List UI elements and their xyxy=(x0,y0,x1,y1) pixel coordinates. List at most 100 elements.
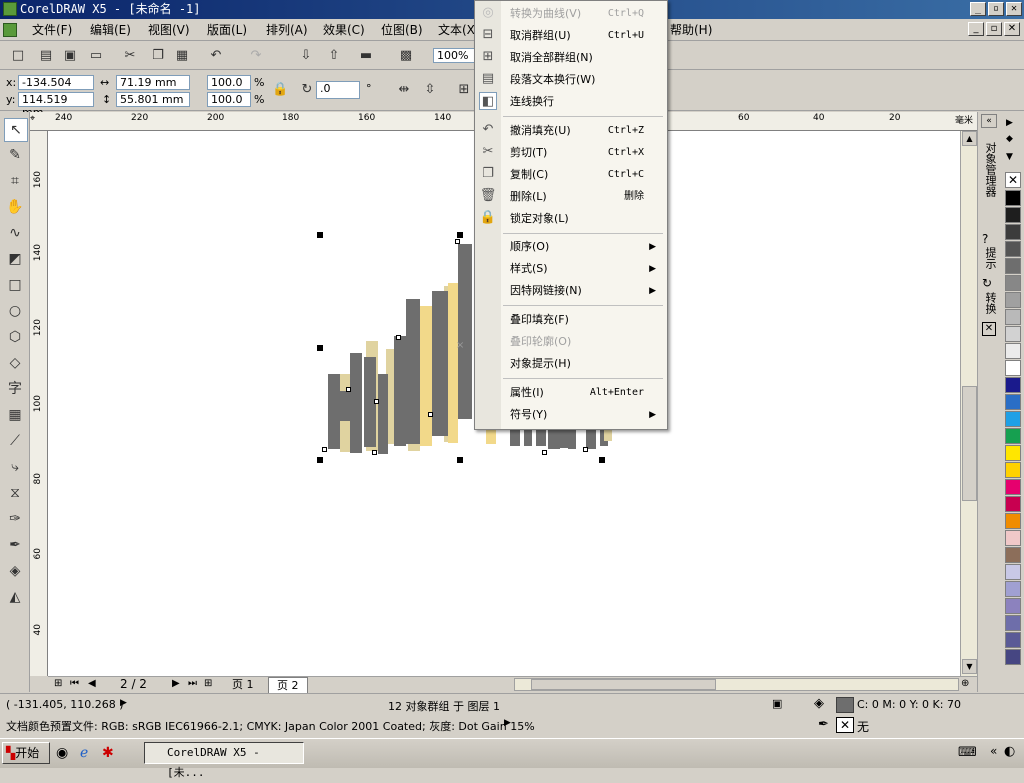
scale-y-field[interactable]: 100.0 xyxy=(207,92,251,107)
menu-overprint-fill[interactable]: 叠印填充(F) xyxy=(510,310,662,330)
add-page-after-icon[interactable]: ⊞ xyxy=(204,678,212,689)
color-swatch[interactable] xyxy=(1005,649,1021,665)
page-tab-2[interactable]: 页 2 xyxy=(268,677,308,694)
ruler-origin-icon[interactable]: ⌖ xyxy=(30,114,35,124)
menu-bitmaps[interactable]: 位图(B) xyxy=(379,19,425,41)
document-color-profile[interactable]: 文档颜色预置文件: RGB: sRGB IEC61966-2.1; CMYK: … xyxy=(6,718,535,734)
fill-tool-icon[interactable]: ◈ xyxy=(4,560,26,582)
selection-handle[interactable] xyxy=(599,457,605,463)
keyboard-icon[interactable]: ⌨ xyxy=(958,745,977,760)
status-arrow-icon[interactable]: ▶ xyxy=(120,698,127,708)
dimension-tool-icon[interactable]: ⟋ xyxy=(4,430,26,452)
scroll-down-icon[interactable]: ▼ xyxy=(962,659,977,674)
redo-icon[interactable]: ↷ xyxy=(248,48,264,64)
new-document-icon[interactable]: □ xyxy=(10,48,26,64)
lock-ratio-icon[interactable]: 🔒 xyxy=(272,82,288,98)
import-icon[interactable]: ⇩ xyxy=(298,48,314,64)
vertical-scrollbar[interactable]: ▲ ▼ xyxy=(960,131,977,676)
open-folder-icon[interactable]: ▤ xyxy=(38,48,54,64)
artwork-bar[interactable] xyxy=(448,283,458,443)
menu-styles[interactable]: 样式(S) ▶ xyxy=(510,259,662,279)
color-swatch[interactable] xyxy=(1005,309,1021,325)
rectangle-tool-icon[interactable]: □ xyxy=(4,274,26,296)
smart-fill-tool-icon[interactable]: ◩ xyxy=(4,248,26,270)
menu-edit[interactable]: 编辑(E) xyxy=(88,19,133,41)
next-page-icon[interactable]: ▶ xyxy=(172,678,180,689)
height-field[interactable]: 55.801 mm xyxy=(116,92,190,107)
mirror-vertical-icon[interactable]: ⇳ xyxy=(422,82,438,98)
selection-handle[interactable] xyxy=(317,345,323,351)
menu-file[interactable]: 文件(F) xyxy=(30,19,74,41)
color-swatch[interactable] xyxy=(1005,326,1021,342)
pick-tool-icon[interactable]: ↖ xyxy=(4,118,28,142)
show-tray-icon[interactable]: « xyxy=(990,744,997,758)
menu-lock-object[interactable]: 锁定对象(L) xyxy=(510,209,662,229)
minimize-icon[interactable]: _ xyxy=(970,2,986,16)
curve-node[interactable] xyxy=(322,447,327,452)
close-icon[interactable]: ✕ xyxy=(1006,2,1022,16)
menu-paragraph-text-wrap[interactable]: 段落文本换行(W) xyxy=(510,70,662,90)
interactive-fill-tool-icon[interactable]: ◭ xyxy=(4,586,26,608)
doc-minimize-icon[interactable]: _ xyxy=(968,22,984,36)
menu-layout[interactable]: 版面(L) xyxy=(205,19,249,41)
color-swatch[interactable] xyxy=(1005,445,1021,461)
rotate-icon[interactable]: ↻ xyxy=(299,82,315,98)
zoom-level-field[interactable]: 100% xyxy=(433,48,475,63)
horizontal-scrollbar[interactable] xyxy=(514,678,959,691)
save-icon[interactable]: ▣ xyxy=(62,48,78,64)
menu-internet-link[interactable]: 因特网链接(N) ▶ xyxy=(510,281,662,301)
polygon-tool-icon[interactable]: ⬡ xyxy=(4,326,26,348)
vertical-scroll-thumb[interactable] xyxy=(962,386,977,501)
color-swatch[interactable] xyxy=(1005,275,1021,291)
curve-node[interactable] xyxy=(542,450,547,455)
color-swatch[interactable] xyxy=(1005,598,1021,614)
artwork-bar[interactable] xyxy=(350,353,362,453)
curve-node[interactable] xyxy=(374,399,379,404)
artwork-bar[interactable] xyxy=(432,291,448,436)
artwork-bar[interactable] xyxy=(394,336,406,446)
menu-arrange[interactable]: 排列(A) xyxy=(264,19,310,41)
color-swatch[interactable] xyxy=(1005,394,1021,410)
color-swatch[interactable] xyxy=(1005,547,1021,563)
blend-tool-icon[interactable]: ⧖ xyxy=(4,482,26,504)
docker-tab-transform[interactable]: 转换 xyxy=(982,292,998,314)
color-swatch[interactable] xyxy=(1005,190,1021,206)
menu-object-hints[interactable]: 对象提示(H) xyxy=(510,354,662,374)
doc-restore-icon[interactable]: ▫ xyxy=(986,22,1002,36)
curve-node[interactable] xyxy=(396,335,401,340)
table-tool-icon[interactable]: ▦ xyxy=(4,404,26,426)
menu-connector-wrap[interactable]: 连线换行 xyxy=(510,92,662,112)
mirror-horizontal-icon[interactable]: ⇹ xyxy=(396,82,412,98)
curve-node[interactable] xyxy=(428,412,433,417)
undo-icon[interactable]: ↶ xyxy=(208,48,224,64)
basic-shapes-tool-icon[interactable]: ◇ xyxy=(4,352,26,374)
ellipse-tool-icon[interactable]: ○ xyxy=(4,300,26,322)
docker-tab-object-manager[interactable]: 对象管理器 xyxy=(982,142,998,197)
curve-node[interactable] xyxy=(346,387,351,392)
color-swatch[interactable] xyxy=(1005,377,1021,393)
color-swatch[interactable] xyxy=(1005,411,1021,427)
welcome-screen-icon[interactable]: ▩ xyxy=(398,48,414,64)
prev-page-icon[interactable]: ◀ xyxy=(88,678,96,689)
artwork-bar[interactable] xyxy=(420,306,432,446)
artwork-bar[interactable] xyxy=(378,374,388,454)
menu-help[interactable]: 帮助(H) xyxy=(668,19,714,41)
menu-undo-fill[interactable]: 撤消填充(U) Ctrl+Z xyxy=(510,121,662,141)
color-swatch[interactable] xyxy=(1005,292,1021,308)
color-swatch[interactable] xyxy=(1005,513,1021,529)
copy-icon[interactable]: ❐ xyxy=(150,48,166,64)
scroll-up-icon[interactable]: ▲ xyxy=(962,131,977,146)
pan-tool-icon[interactable]: ✋ xyxy=(4,196,26,218)
menu-delete[interactable]: 删除(L) 删除 xyxy=(510,187,662,207)
color-swatch[interactable] xyxy=(1005,241,1021,257)
color-proof-icon[interactable]: ▣ xyxy=(772,697,782,710)
palette-scroll-up-icon[interactable]: ▶ xyxy=(1006,118,1013,128)
color-swatch[interactable] xyxy=(1005,479,1021,495)
color-swatch[interactable] xyxy=(1005,615,1021,631)
collapse-docker-icon[interactable]: « xyxy=(981,114,997,128)
menu-symbol[interactable]: 符号(Y) ▶ xyxy=(510,405,662,425)
first-page-icon[interactable]: ⏮ xyxy=(70,678,79,689)
ie-icon[interactable]: ℯ xyxy=(80,745,88,761)
doc-close-icon[interactable]: ✕ xyxy=(1004,22,1020,36)
artwork-bar[interactable] xyxy=(458,244,472,419)
